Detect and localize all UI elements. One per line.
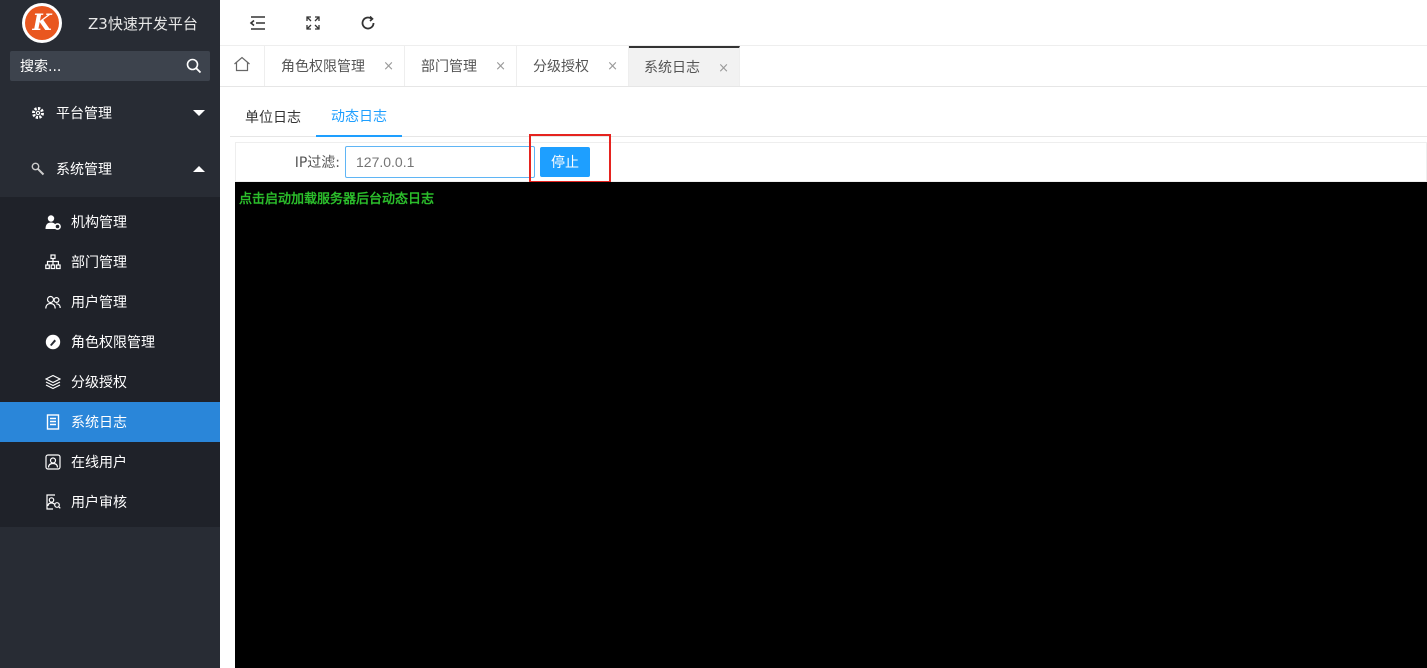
log-subtabs: 单位日志 动态日志 (230, 97, 1427, 137)
sidebar-item-audit[interactable]: 用户审核 (0, 482, 220, 522)
tab-dynamic-log[interactable]: 动态日志 (316, 97, 402, 137)
sidebar-item-label: 角色权限管理 (71, 335, 155, 351)
ip-filter-label: IP过滤: (294, 155, 340, 171)
top-header (220, 0, 1427, 46)
close-icon[interactable]: × (607, 59, 618, 74)
sidebar-item-dept[interactable]: 部门管理 (0, 242, 220, 282)
sidebar-item-grading[interactable]: 分级授权 (0, 362, 220, 402)
main-content: 单位日志 动态日志 IP过滤: 停止 点击启动加载服务器后台动态日志 (220, 87, 1427, 668)
tab-departments[interactable]: 部门管理 × (405, 46, 517, 86)
brand: K Z3快速开发平台 (0, 0, 220, 46)
tab-system-log[interactable]: 系统日志 × (629, 46, 740, 86)
search-input[interactable]: 搜索... (20, 56, 186, 76)
page-tabs: 角色权限管理 × 部门管理 × 分级授权 × 系统日志 × (220, 46, 1427, 87)
tab-unit-log[interactable]: 单位日志 (230, 97, 316, 137)
tab-home[interactable] (220, 46, 265, 86)
chevron-up-icon (193, 166, 205, 172)
gear-icon (30, 105, 46, 121)
layers-icon (45, 374, 61, 390)
sidebar-item-online[interactable]: 在线用户 (0, 442, 220, 482)
tab-label: 角色权限管理 (281, 59, 365, 75)
sidebar-item-label: 系统日志 (71, 415, 127, 431)
sidebar-item-users[interactable]: 用户管理 (0, 282, 220, 322)
sidebar-item-label: 用户管理 (71, 295, 127, 311)
logo-mark: K (25, 6, 59, 40)
tab-label: 分级授权 (533, 59, 589, 75)
sidebar-item-label: 部门管理 (71, 255, 127, 271)
close-icon[interactable]: × (383, 59, 394, 74)
logo: K (22, 3, 62, 43)
sidebar-group-platform[interactable]: 平台管理 (0, 85, 220, 141)
menu-search[interactable]: 搜索... (10, 51, 210, 81)
sidebar-item-org[interactable]: 机构管理 (0, 202, 220, 242)
ip-filter-bar: IP过滤: 停止 (235, 142, 1427, 182)
user-gear-icon (45, 214, 61, 230)
users-icon (45, 294, 61, 310)
sidebar-group-label: 平台管理 (56, 106, 112, 122)
ip-filter-input[interactable] (345, 146, 535, 178)
log-console: 点击启动加载服务器后台动态日志 (235, 182, 1427, 668)
collapse-menu-icon[interactable] (248, 13, 268, 33)
org-chart-icon (45, 254, 61, 270)
close-icon[interactable]: × (495, 59, 506, 74)
sidebar-submenu: 机构管理 部门管理 用户管理 角色权限管理 分级授权 系统日志 在线用户 用户审… (0, 197, 220, 527)
tab-grading[interactable]: 分级授权 × (517, 46, 629, 86)
sidebar-group-label: 系统管理 (56, 162, 112, 178)
sidebar: K Z3快速开发平台 搜索... 平台管理 系统管理 机构管理 部门管理 用户管… (0, 0, 220, 668)
role-icon (45, 334, 61, 350)
online-user-icon (45, 454, 61, 470)
fullscreen-icon[interactable] (303, 13, 323, 33)
refresh-icon[interactable] (358, 13, 378, 33)
sidebar-item-label: 分级授权 (71, 375, 127, 391)
home-icon (233, 56, 251, 76)
console-message: 点击启动加载服务器后台动态日志 (239, 192, 435, 207)
sidebar-item-label: 机构管理 (71, 215, 127, 231)
document-icon (45, 414, 61, 430)
tab-role-permissions[interactable]: 角色权限管理 × (265, 46, 405, 86)
wrench-icon (30, 161, 46, 177)
sidebar-item-label: 在线用户 (71, 455, 127, 471)
search-icon[interactable] (186, 58, 202, 74)
sidebar-group-system[interactable]: 系统管理 (0, 141, 220, 197)
app-title: Z3快速开发平台 (88, 14, 198, 33)
tab-label: 系统日志 (644, 60, 700, 76)
sidebar-item-roles[interactable]: 角色权限管理 (0, 322, 220, 362)
sidebar-item-syslog[interactable]: 系统日志 (0, 402, 220, 442)
close-icon[interactable]: × (718, 61, 729, 76)
tab-label: 部门管理 (421, 59, 477, 75)
sidebar-item-label: 用户审核 (71, 495, 127, 511)
chevron-down-icon (193, 110, 205, 116)
user-audit-icon (45, 494, 61, 510)
highlight-box (529, 134, 611, 183)
